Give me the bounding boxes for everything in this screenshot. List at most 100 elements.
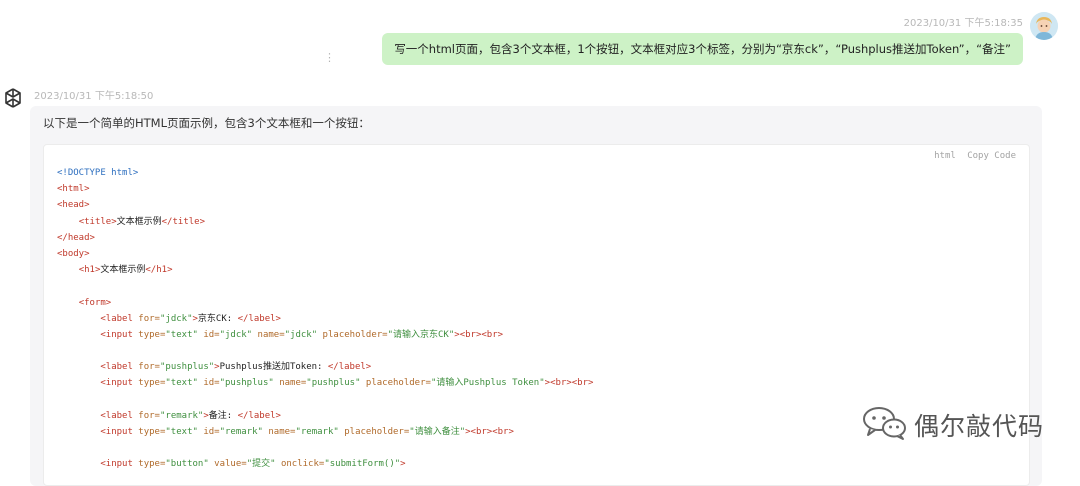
- code-token: </label>: [237, 313, 281, 324]
- code-token: placeholder=: [338, 427, 410, 437]
- code-token: </h1>: [145, 265, 173, 276]
- code-token: "submitForm()": [324, 459, 401, 470]
- code-token: 文本框示例: [116, 216, 162, 227]
- watermark-text: 偶尔敲代码: [914, 412, 1045, 441]
- code-token: <head>: [57, 200, 90, 211]
- code-token: <body>: [57, 248, 90, 259]
- code-token: for=: [138, 362, 160, 373]
- code-token: id=: [197, 329, 220, 340]
- code-token: "jdck": [159, 313, 193, 324]
- code-token: id=: [197, 378, 220, 389]
- code-token: "pushplus": [159, 362, 215, 373]
- user-message-text: 写一个html页面，包含3个文本框，1个按钮，文本框对应3个标签，分别为“京东c…: [394, 42, 1011, 56]
- code-token: "请输入Pushplus Token": [430, 378, 545, 389]
- code-token: <br><br>: [470, 427, 514, 437]
- code-token: <title>: [78, 216, 117, 227]
- code-token: "jdck": [284, 329, 318, 340]
- user-avatar-icon[interactable]: [1030, 12, 1058, 40]
- code-line: <input type="text" id="remark" name="rem…: [57, 424, 593, 440]
- code-content: <!DOCTYPE html> <html> <head> <title>文本框示例…: [57, 165, 593, 473]
- code-token: placeholder=: [360, 378, 431, 389]
- code-token: placeholder=: [317, 329, 388, 340]
- code-token: 备注:: [208, 410, 238, 421]
- code-token: <br><br>: [550, 378, 594, 389]
- more-options-icon[interactable]: ⋮: [324, 52, 335, 64]
- code-token: <input: [100, 329, 139, 340]
- code-line: <label for="jdck">京东CK: </label>: [57, 311, 593, 327]
- code-line: <body>: [57, 246, 593, 262]
- code-token: 京东CK:: [197, 313, 238, 324]
- code-line: <label for="pushplus">Pushplus推送加Token: …: [57, 359, 593, 375]
- code-token: </head>: [57, 232, 95, 243]
- code-line: <!DOCTYPE html>: [57, 165, 593, 181]
- bot-intro-text: 以下是一个简单的HTML页面示例，包含3个文本框和一个按钮：: [43, 116, 370, 130]
- code-token: <label: [100, 410, 139, 421]
- code-token: "提交": [246, 459, 276, 470]
- code-token: </label>: [237, 410, 281, 421]
- code-token: <html>: [57, 184, 90, 195]
- code-token: <input: [100, 427, 139, 437]
- code-line: <input type="text" id="jdck" name="jdck"…: [57, 327, 593, 343]
- code-token: name=: [273, 378, 307, 389]
- code-token: <form>: [78, 297, 112, 308]
- code-line: <h1>文本框示例</h1>: [57, 262, 593, 278]
- code-token: "text": [165, 329, 198, 340]
- copy-code-button[interactable]: Copy Code: [967, 151, 1016, 161]
- user-message-bubble: 写一个html页面，包含3个文本框，1个按钮，文本框对应3个标签，分别为“京东c…: [382, 33, 1023, 65]
- code-token: <br><br>: [459, 329, 504, 340]
- code-token: </label>: [327, 362, 372, 373]
- code-token: </title>: [161, 216, 205, 227]
- code-token: "remark": [159, 410, 204, 421]
- code-token: "remark": [295, 427, 339, 437]
- code-token: <label: [100, 313, 139, 324]
- code-token: "button": [165, 459, 209, 470]
- code-token: name=: [252, 329, 285, 340]
- code-token: type=: [138, 427, 166, 437]
- code-token: <input: [100, 378, 139, 389]
- code-token: "pushplus": [306, 378, 361, 389]
- code-token: <!DOCTYPE html>: [57, 168, 139, 178]
- code-line: <html>: [57, 181, 593, 197]
- code-token: name=: [262, 427, 296, 437]
- code-token: <label: [100, 362, 139, 373]
- code-line: <label for="remark">备注: </label>: [57, 408, 593, 424]
- watermark: 偶尔敲代码: [862, 405, 1044, 445]
- code-token: <input: [100, 459, 139, 470]
- code-line: <head>: [57, 197, 593, 213]
- code-token: onclick=: [275, 459, 325, 470]
- code-token: "text": [165, 427, 198, 437]
- wechat-icon: [862, 405, 908, 445]
- code-line: </head>: [57, 230, 593, 246]
- code-language-label: html: [934, 151, 956, 161]
- code-token: Pushplus推送加Token:: [219, 362, 328, 373]
- code-line: <form>: [57, 295, 593, 311]
- code-line: <input type="text" id="pushplus" name="p…: [57, 375, 593, 391]
- code-token: "text": [165, 378, 198, 389]
- code-line: <input type="button" value="提交" onclick=…: [57, 456, 593, 472]
- code-token: for=: [138, 313, 160, 324]
- code-token: value=: [208, 459, 247, 470]
- code-token: "remark": [219, 427, 263, 437]
- code-token: >: [400, 459, 406, 470]
- code-token: "pushplus": [219, 378, 274, 389]
- code-token: "请输入备注": [409, 427, 466, 437]
- code-token: id=: [197, 427, 220, 437]
- openai-logo-icon: [1, 86, 25, 110]
- code-token: for=: [138, 410, 160, 421]
- code-token: type=: [138, 378, 166, 389]
- code-token: "请输入京东CK": [387, 329, 455, 340]
- code-toolbar: html Copy Code: [928, 151, 1016, 161]
